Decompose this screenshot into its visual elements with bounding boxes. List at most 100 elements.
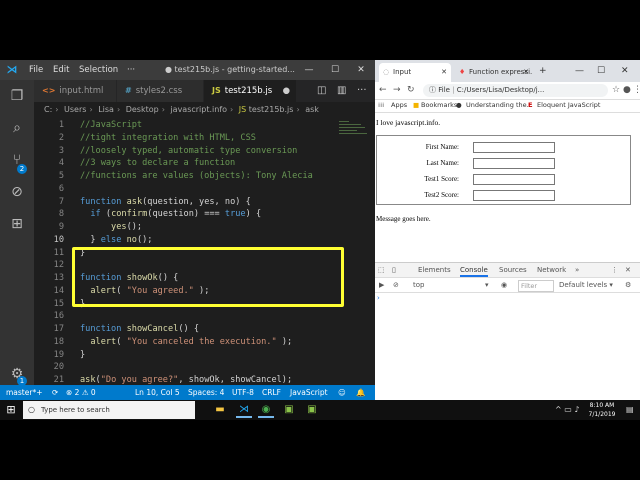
chrome-taskbar-icon[interactable]: ◉: [258, 402, 274, 418]
code-line[interactable]: //3 ways to declare a function: [80, 158, 235, 168]
code-line[interactable]: function ask(question, yes, no) {: [80, 197, 251, 207]
code-line[interactable]: function showCancel() {: [80, 324, 199, 334]
breadcrumb-item[interactable]: Lisa: [98, 105, 114, 114]
clear-console-icon[interactable]: ⊘: [393, 278, 399, 292]
test1-score-input[interactable]: [473, 174, 555, 185]
camtasia-taskbar-icon[interactable]: ▣: [281, 402, 297, 418]
tab-elements[interactable]: Elements: [418, 263, 451, 277]
browser-close-button[interactable]: ✕: [621, 60, 629, 82]
code-line[interactable]: } else no();: [80, 235, 152, 245]
console-settings-gear-icon[interactable]: ⚙: [625, 278, 631, 292]
console-prompt[interactable]: ›: [377, 294, 380, 302]
git-branch[interactable]: master*+: [6, 385, 42, 400]
account-icon[interactable]: ●: [623, 82, 631, 99]
problems-indicator[interactable]: ⊗ 2 ⚠ 0: [66, 385, 96, 400]
close-devtools-icon[interactable]: ✕: [625, 263, 631, 277]
encoding[interactable]: UTF-8: [232, 385, 254, 400]
last-name-input[interactable]: [473, 158, 555, 169]
address-bar[interactable]: ⓘ File | C:/Users/Lisa/Desktop/j...: [423, 84, 608, 97]
code-line[interactable]: //JavaScript: [80, 120, 142, 130]
bookmark-understanding[interactable]: Understanding the...: [466, 99, 533, 112]
breadcrumb-item[interactable]: test215b.js: [249, 105, 294, 114]
devtools-menu-icon[interactable]: ⋮: [611, 263, 618, 277]
console-filter-input[interactable]: Filter: [518, 280, 554, 292]
code-line[interactable]: if (confirm(question) === true) {: [80, 209, 261, 219]
apps-icon[interactable]: ⁞⁞⁞: [378, 99, 384, 112]
tab-sources[interactable]: Sources: [499, 263, 527, 277]
more-actions-icon[interactable]: ···: [357, 80, 367, 102]
minimap[interactable]: [339, 117, 369, 177]
toggle-panel-icon[interactable]: ▥: [337, 80, 346, 102]
split-editor-icon[interactable]: ◫: [317, 80, 326, 102]
taskbar-search-box[interactable]: ○ Type here to search: [23, 401, 195, 419]
forward-arrow-icon[interactable]: →: [393, 82, 401, 99]
bookmark-star-icon[interactable]: ☆: [612, 82, 620, 99]
code-line[interactable]: ask("Do you agree?", showOk, showCancel)…: [80, 375, 292, 385]
tab-dirty-dot-icon[interactable]: ●: [283, 80, 290, 102]
file-explorer-icon[interactable]: ▬: [212, 402, 228, 418]
code-line[interactable]: //tight integration with HTML, CSS: [80, 133, 256, 143]
breadcrumb-item[interactable]: C:: [44, 105, 52, 114]
code-line[interactable]: //loosely typed, automatic type conversi…: [80, 146, 297, 156]
close-button[interactable]: ✕: [348, 60, 374, 80]
notifications-icon[interactable]: ▤: [626, 405, 634, 414]
device-toolbar-icon[interactable]: ▯: [392, 263, 396, 277]
breadcrumb-item[interactable]: javascript.info: [170, 105, 227, 114]
cursor-position[interactable]: Ln 10, Col 5: [135, 385, 180, 400]
sync-icon[interactable]: ⟳: [52, 385, 58, 400]
tab-console[interactable]: Console: [460, 263, 488, 277]
code-line[interactable]: //functions are values (objects): Tony A…: [80, 171, 313, 181]
close-tab-icon[interactable]: ✕: [523, 63, 529, 82]
log-levels-dropdown[interactable]: Default levels ▾: [559, 278, 613, 292]
minimize-button[interactable]: —: [296, 60, 322, 80]
dropdown-arrow-icon[interactable]: ▾: [485, 278, 489, 292]
console-sidebar-icon[interactable]: ▶: [379, 278, 384, 292]
chrome-menu-icon[interactable]: ⋮: [633, 82, 640, 99]
menu-edit[interactable]: Edit: [53, 60, 69, 80]
feedback-smiley-icon[interactable]: ☺: [338, 385, 346, 400]
menu-more[interactable]: ···: [127, 60, 135, 80]
close-tab-icon[interactable]: ✕: [441, 63, 447, 82]
reload-icon[interactable]: ↻: [407, 82, 415, 99]
menu-file[interactable]: File: [29, 60, 43, 80]
debug-icon[interactable]: ⊘: [7, 182, 27, 202]
browser-tab-function-expressions[interactable]: ♦ Function expressi... ✕: [455, 63, 533, 82]
tab-test215b-js[interactable]: JS test215b.js ●: [204, 80, 296, 102]
bookmark-eloquent-js[interactable]: Eloquent JavaScript: [537, 99, 600, 112]
recorder-taskbar-icon[interactable]: ▣: [304, 402, 320, 418]
bookmark-apps[interactable]: Apps: [391, 99, 407, 112]
breadcrumb-item[interactable]: Desktop: [126, 105, 159, 114]
more-tabs-icon[interactable]: »: [575, 263, 579, 277]
browser-minimize-button[interactable]: —: [575, 60, 584, 82]
extensions-icon[interactable]: ⊞: [7, 214, 27, 234]
system-tray-icons[interactable]: ^ ▭ ♪: [555, 405, 579, 414]
taskbar-clock[interactable]: 8:10 AM 7/1/2019: [582, 401, 622, 419]
browser-tab-input[interactable]: ◌ Input ✕: [379, 63, 451, 82]
tab-input-html[interactable]: <> input.html: [34, 80, 116, 102]
live-expression-eye-icon[interactable]: ◉: [501, 278, 507, 292]
maximize-button[interactable]: ☐: [322, 60, 348, 80]
indentation[interactable]: Spaces: 4: [188, 385, 224, 400]
tab-styles2-css[interactable]: # styles2.css: [117, 80, 203, 102]
breadcrumb-item[interactable]: Users: [64, 105, 86, 114]
line-ending[interactable]: CRLF: [262, 385, 281, 400]
language-mode[interactable]: JavaScript: [290, 385, 328, 400]
breadcrumb-item[interactable]: ask: [305, 105, 319, 114]
notifications-bell-icon[interactable]: 🔔: [356, 385, 365, 400]
code-editor[interactable]: 1 //JavaScript 2 //tight integration with H…: [34, 117, 375, 385]
code-line[interactable]: yes();: [80, 222, 142, 232]
tab-network[interactable]: Network: [537, 263, 566, 277]
search-icon[interactable]: ⌕: [7, 118, 27, 138]
bookmark-folder[interactable]: Bookmarks: [421, 99, 457, 112]
test2-score-input[interactable]: [473, 190, 555, 201]
first-name-input[interactable]: [473, 142, 555, 153]
browser-maximize-button[interactable]: ☐: [597, 60, 605, 82]
code-line[interactable]: }: [80, 350, 85, 360]
back-arrow-icon[interactable]: ←: [379, 82, 387, 99]
menu-selection[interactable]: Selection: [79, 60, 118, 80]
windows-start-icon[interactable]: ⊞: [4, 403, 18, 417]
code-line[interactable]: alert( "You canceled the execution." );: [80, 337, 292, 347]
explorer-icon[interactable]: ❐: [7, 86, 27, 106]
new-tab-button[interactable]: +: [539, 60, 547, 82]
inspect-element-icon[interactable]: ⬚: [378, 263, 385, 277]
